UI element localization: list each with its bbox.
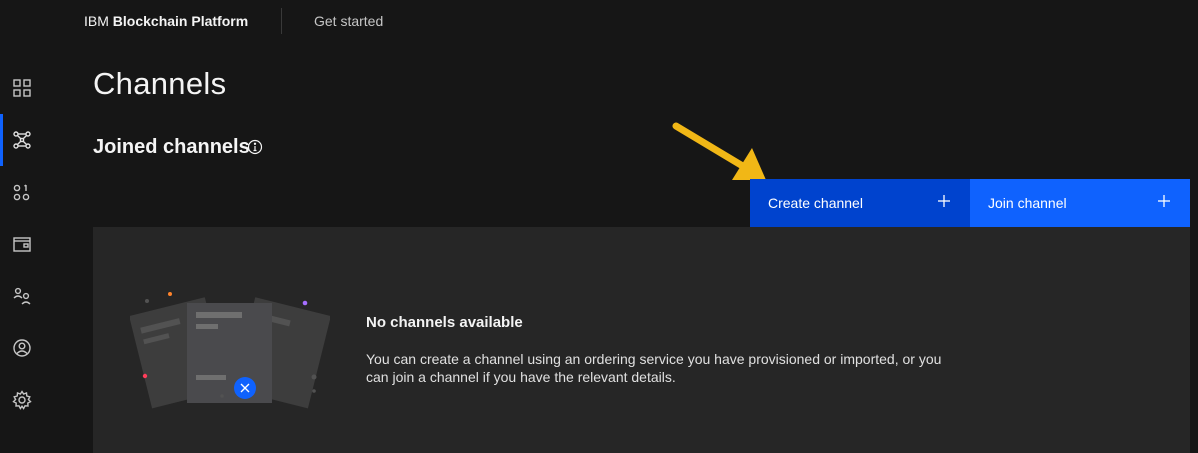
user-avatar-icon: [13, 339, 31, 357]
brand-logo[interactable]: IBM Blockchain Platform: [84, 13, 248, 29]
wallet-icon: [13, 237, 31, 252]
sidebar-item-users[interactable]: [0, 270, 44, 322]
sidebar-item-nodes[interactable]: [0, 62, 44, 114]
grid-icon: [13, 79, 31, 97]
sidebar-item-wallet[interactable]: [0, 218, 44, 270]
users-icon: [13, 287, 31, 305]
empty-state-title: No channels available: [366, 314, 523, 331]
page-title: Channels: [93, 66, 227, 101]
sidebar-item-settings[interactable]: [0, 374, 44, 426]
join-channel-label: Join channel: [988, 195, 1067, 211]
brand-name: Blockchain Platform: [112, 13, 249, 29]
gear-icon: [12, 390, 32, 410]
left-sidebar: [0, 42, 44, 453]
top-header: IBM Blockchain Platform Get started: [0, 0, 1198, 42]
plus-icon: [938, 195, 950, 207]
create-channel-button[interactable]: Create channel: [750, 179, 970, 227]
join-channel-button[interactable]: Join channel: [970, 179, 1190, 227]
get-started-link[interactable]: Get started: [314, 13, 383, 29]
plus-icon: [1158, 195, 1170, 207]
info-icon[interactable]: [247, 139, 263, 155]
section-title: Joined channels: [93, 136, 250, 158]
header-divider: [281, 8, 282, 34]
sidebar-item-organizations[interactable]: [0, 322, 44, 374]
empty-state-description: You can create a channel using an orderi…: [366, 351, 942, 385]
contracts-icon: [13, 184, 30, 201]
network-icon: [13, 131, 31, 149]
brand-prefix: IBM: [84, 13, 109, 29]
empty-channels-illustration: [130, 292, 330, 409]
create-channel-label: Create channel: [768, 195, 863, 211]
sidebar-item-channels[interactable]: [0, 114, 44, 166]
sidebar-item-smart-contracts[interactable]: [0, 166, 44, 218]
